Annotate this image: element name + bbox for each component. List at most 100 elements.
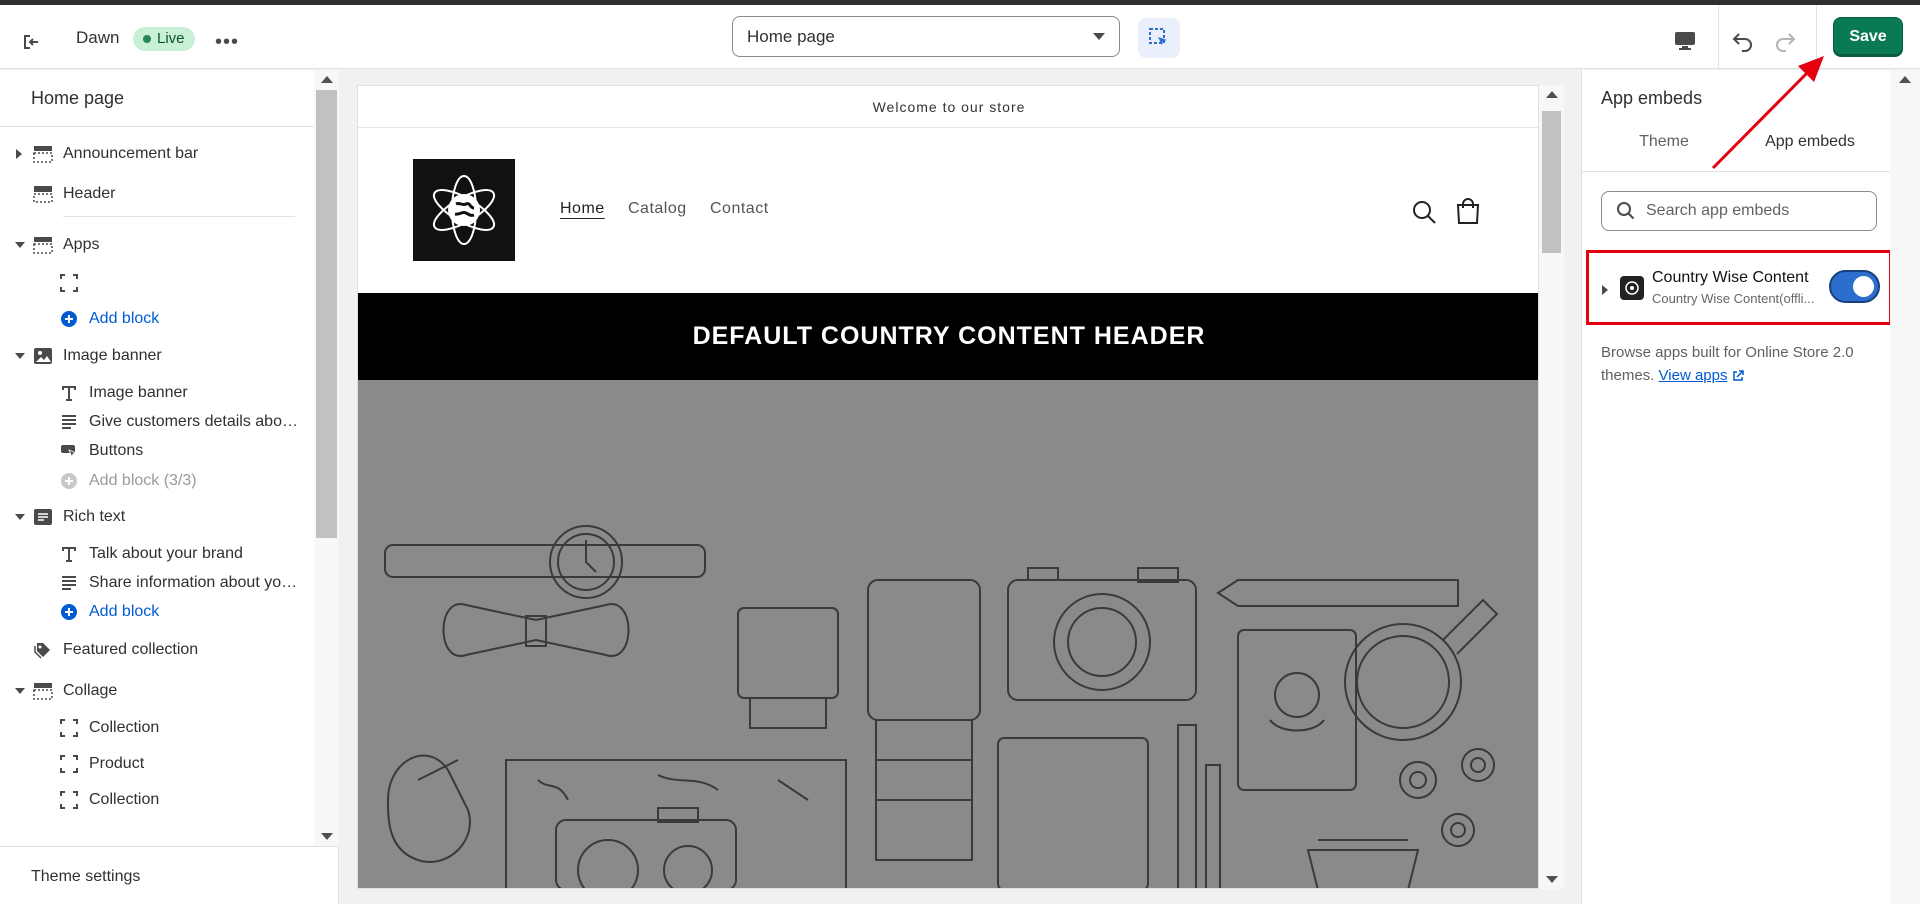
block-collage-collection[interactable]: Collection	[0, 712, 314, 744]
scroll-down-icon[interactable]	[1546, 876, 1558, 883]
block-label: Buttons	[89, 442, 144, 459]
undo-icon[interactable]	[1725, 23, 1761, 59]
section-featured-collection[interactable]: Featured collection	[0, 634, 314, 666]
section-label: Apps	[63, 236, 100, 253]
section-label: Image banner	[63, 347, 162, 364]
app-embed-title: Country Wise Content	[1652, 269, 1809, 286]
page-selector[interactable]: Home page	[732, 16, 1120, 57]
dashed-square-icon	[58, 753, 80, 775]
editor-topbar: Dawn Live ••• Home page Save	[0, 5, 1920, 69]
section-rich-text[interactable]: Rich text	[0, 501, 314, 533]
add-block-apps[interactable]: Add block	[0, 303, 314, 335]
tab-theme[interactable]: Theme	[1590, 132, 1738, 168]
chevron-down-icon[interactable]	[15, 514, 25, 520]
view-apps-link[interactable]: View apps	[1659, 367, 1728, 384]
section-icon	[32, 143, 54, 165]
section-apps[interactable]: Apps	[0, 229, 314, 261]
block-image-banner-heading[interactable]: Image banner	[0, 377, 314, 409]
section-icon	[32, 234, 54, 256]
chevron-down-icon[interactable]	[15, 688, 25, 694]
tab-app-embeds[interactable]: App embeds	[1736, 132, 1884, 168]
chevron-right-icon[interactable]	[16, 149, 22, 159]
block-rich-paragraph[interactable]: Share information about you...	[0, 567, 314, 599]
nav-link-home[interactable]: Home	[560, 200, 605, 218]
header-icon	[32, 183, 54, 205]
chevron-down-icon[interactable]	[15, 242, 25, 248]
image-icon	[32, 345, 54, 367]
block-label: Talk about your brand	[89, 545, 243, 562]
sections-sidebar: Home page Announcement bar Header Apps A…	[0, 70, 339, 904]
section-image-banner[interactable]: Image banner	[0, 340, 314, 372]
block-label: Collection	[89, 791, 160, 808]
store-header[interactable]: Home Catalog Contact	[358, 129, 1538, 293]
exit-icon[interactable]	[14, 25, 48, 59]
app-block-placeholder[interactable]	[0, 267, 314, 299]
more-actions-icon[interactable]: •••	[210, 25, 244, 59]
section-tree: Announcement bar Header Apps Add block I…	[0, 127, 314, 903]
announcement-bar[interactable]: Welcome to our store	[358, 86, 1538, 128]
block-collage-product[interactable]: Product	[0, 748, 314, 780]
block-label: Give customers details about...	[89, 413, 303, 430]
section-label: Rich text	[63, 508, 126, 525]
country-content-header[interactable]: DEFAULT COUNTRY CONTENT HEADER	[358, 293, 1538, 380]
button-icon	[58, 440, 80, 462]
panel-scrollbar[interactable]	[1890, 70, 1920, 904]
nav-link-catalog[interactable]: Catalog	[628, 200, 687, 218]
cart-icon[interactable]	[1454, 196, 1482, 224]
search-input[interactable]	[1646, 200, 1866, 222]
sidebar-title: Home page	[31, 88, 125, 108]
preview-scrollbar-track[interactable]	[1539, 85, 1564, 889]
scrollbar-thumb[interactable]	[316, 90, 337, 538]
live-status-badge: Live	[133, 27, 195, 51]
scroll-up-icon[interactable]	[321, 76, 333, 83]
chevron-down-icon[interactable]	[15, 353, 25, 359]
nav-link-contact[interactable]: Contact	[710, 200, 769, 218]
toolbar-divider	[1718, 5, 1719, 69]
block-label: Product	[89, 755, 145, 772]
storefront-preview[interactable]: Welcome to our store Home Catalog Contac…	[357, 85, 1539, 889]
save-button[interactable]: Save	[1833, 17, 1903, 57]
scroll-down-icon[interactable]	[321, 833, 333, 840]
app-embed-card[interactable]: Country Wise Content Country Wise Conten…	[1586, 250, 1892, 325]
section-collage[interactable]: Collage	[0, 675, 314, 707]
theme-settings-button[interactable]: Theme settings	[0, 846, 339, 904]
block-label: Image banner	[89, 384, 188, 401]
image-banner-illustration[interactable]	[358, 380, 1538, 888]
external-link-icon[interactable]	[1732, 366, 1744, 389]
block-rich-heading[interactable]: Talk about your brand	[0, 538, 314, 570]
text-icon	[58, 543, 80, 565]
page-selector-value: Home page	[747, 27, 835, 46]
scrollbar-thumb[interactable]	[1542, 111, 1561, 253]
block-buttons[interactable]: Buttons	[0, 435, 314, 467]
plus-circle-icon	[58, 308, 80, 330]
desktop-view-icon[interactable]	[1665, 23, 1705, 59]
inspector-select-icon[interactable]	[1138, 18, 1180, 58]
browse-apps-description: Browse apps built for Online Store 2.0 t…	[1601, 344, 1854, 384]
scroll-up-icon[interactable]	[1546, 91, 1558, 98]
search-icon[interactable]	[1410, 198, 1438, 226]
section-label: Collage	[63, 682, 118, 699]
search-app-embeds-field[interactable]	[1601, 191, 1877, 231]
theme-settings-label: Theme settings	[31, 868, 141, 885]
add-block-label: Add block (3/3)	[89, 472, 197, 489]
panel-title: App embeds	[1601, 88, 1703, 108]
plus-circle-icon	[58, 470, 80, 492]
add-block-rich-text[interactable]: Add block	[0, 596, 314, 628]
section-header[interactable]: Header	[0, 178, 314, 210]
app-embed-toggle[interactable]	[1829, 270, 1880, 303]
divider	[63, 216, 295, 217]
section-label: Announcement bar	[63, 145, 199, 162]
plus-circle-icon	[58, 601, 80, 623]
section-announcement-bar[interactable]: Announcement bar	[0, 138, 314, 170]
scroll-up-icon[interactable]	[1899, 76, 1911, 83]
chevron-right-icon[interactable]	[1602, 285, 1608, 295]
redo-icon[interactable]	[1767, 23, 1803, 59]
sidebar-scrollbar[interactable]	[314, 70, 339, 846]
chevron-down-icon	[1093, 33, 1105, 40]
section-label: Featured collection	[63, 641, 199, 658]
paragraph-icon	[58, 572, 80, 594]
block-collage-collection[interactable]: Collection	[0, 784, 314, 816]
block-paragraph[interactable]: Give customers details about...	[0, 406, 314, 438]
store-logo[interactable]	[413, 159, 515, 261]
app-logo-icon	[1620, 276, 1644, 300]
